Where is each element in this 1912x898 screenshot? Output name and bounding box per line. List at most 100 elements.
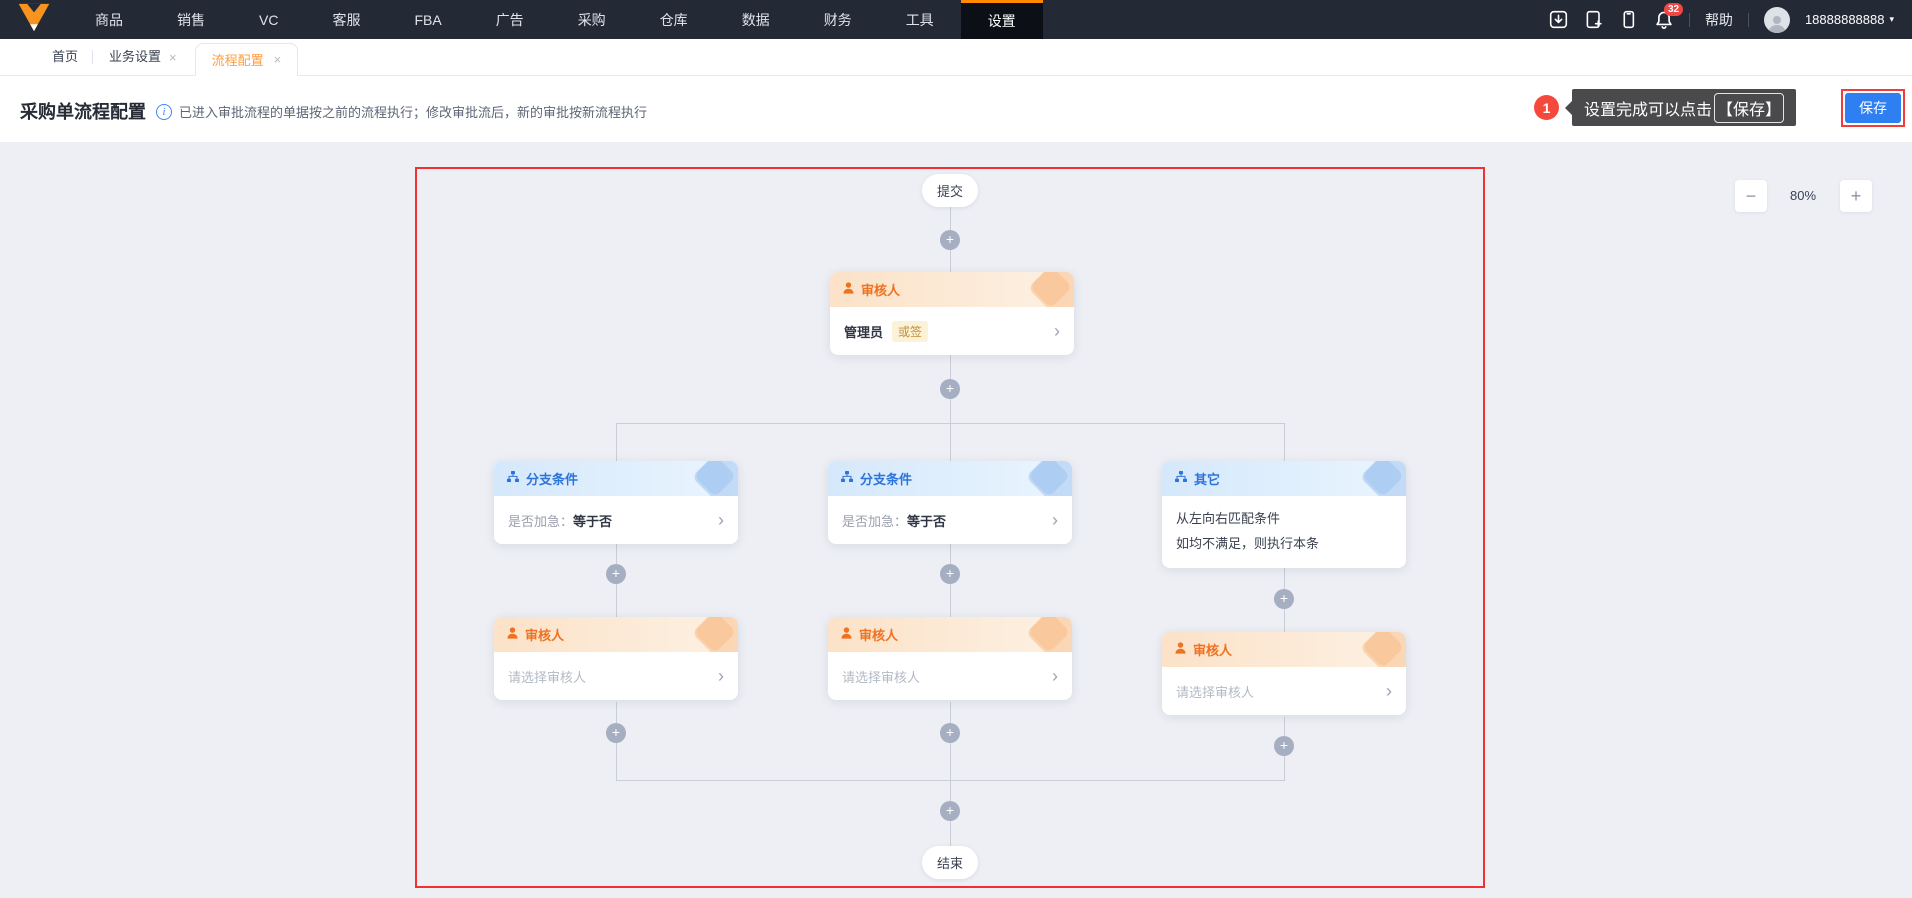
card-body: 请选择审核人 › [1162, 667, 1406, 715]
nav-item-purchase[interactable]: 采购 [551, 0, 633, 39]
mobile-icon[interactable] [1619, 10, 1639, 30]
chevron-right-icon: › [1052, 510, 1058, 530]
branch-icon [507, 471, 519, 486]
card-header: 审核人 [1162, 632, 1406, 667]
nav-item-ads[interactable]: 广告 [469, 0, 551, 39]
tab-business-settings[interactable]: 业务设置 × [93, 39, 187, 75]
nav-item-finance[interactable]: 财务 [797, 0, 879, 39]
branch-icon [841, 471, 853, 486]
flow-start-node[interactable]: 提交 [922, 174, 978, 207]
add-node-button[interactable]: + [940, 379, 960, 399]
card-header: 审核人 [828, 617, 1072, 652]
zoom-level-label: 80% [1789, 188, 1817, 203]
approver-name: 管理员 [844, 324, 884, 340]
open-tabs-bar: 首页 业务设置 × 流程配置 × [0, 39, 1912, 76]
branch-condition-node-left[interactable]: 分支条件 是否加急： 等于否 › [494, 461, 738, 544]
info-message: i 已进入审批流程的单据按之前的流程执行；修改审批流后，新的审批按新流程执行 [156, 102, 647, 121]
add-node-button[interactable]: + [940, 801, 960, 821]
node-type-label: 审核人 [525, 628, 565, 643]
approver-node-middle[interactable]: 审核人 请选择审核人 › [828, 617, 1072, 700]
header-decoration [1027, 272, 1074, 307]
card-body: 是否加急： 等于否 › [494, 496, 738, 544]
other-rule-line1: 从左向右匹配条件 [1176, 511, 1281, 526]
help-link[interactable]: 帮助 [1705, 10, 1733, 30]
other-rule-line2: 如均不满足，则执行本条 [1176, 536, 1320, 551]
approver-node-top[interactable]: 审核人 管理员 或签 › [830, 272, 1074, 355]
caret-down-icon: ▾ [1889, 14, 1894, 24]
notification-bell-icon[interactable]: 32 [1654, 2, 1684, 30]
tab-process-config[interactable]: 流程配置 × [194, 43, 299, 76]
branch-icon [1175, 471, 1187, 486]
info-icon: i [156, 103, 172, 120]
person-icon [843, 282, 854, 297]
zoom-out-button[interactable]: − [1735, 180, 1767, 212]
nav-item-settings[interactable]: 设置 [960, 0, 1043, 39]
chevron-right-icon: › [718, 666, 724, 686]
card-body: 是否加急： 等于否 › [828, 496, 1072, 544]
add-node-button[interactable]: + [1274, 589, 1294, 609]
page-title: 采购单流程配置 [20, 102, 146, 122]
save-button[interactable]: 保存 [1845, 93, 1901, 123]
fox-logo-icon [17, 2, 51, 38]
approver-node-left[interactable]: 审核人 请选择审核人 › [494, 617, 738, 700]
nav-item-fba[interactable]: FBA [387, 0, 468, 39]
add-node-button[interactable]: + [606, 564, 626, 584]
nav-item-vc[interactable]: VC [232, 0, 305, 39]
condition-value: 等于否 [573, 513, 613, 529]
close-icon[interactable]: × [274, 53, 282, 66]
user-account-menu[interactable]: 18888888888 ▾ [1805, 12, 1894, 27]
top-navigation-bar: 商品 销售 VC 客服 FBA 广告 采购 仓库 数据 财务 工具 设置 32 … [0, 0, 1912, 39]
approver-placeholder: 请选择审核人 [508, 669, 587, 685]
node-type-label: 分支条件 [526, 472, 579, 487]
card-body: 请选择审核人 › [494, 652, 738, 700]
add-node-button[interactable]: + [940, 564, 960, 584]
nav-divider [1747, 12, 1749, 27]
nav-item-sales[interactable]: 销售 [150, 0, 232, 39]
info-text: 已进入审批流程的单据按之前的流程执行；修改审批流后，新的审批按新流程执行 [179, 105, 648, 120]
tab-home[interactable]: 首页 [38, 39, 92, 75]
document-add-icon[interactable] [1584, 10, 1604, 30]
app-logo[interactable] [0, 0, 68, 39]
tab-label: 业务设置 [109, 49, 162, 64]
download-icon[interactable] [1549, 10, 1569, 30]
person-icon [1175, 642, 1186, 657]
add-node-button[interactable]: + [606, 723, 626, 743]
card-body: 请选择审核人 › [828, 652, 1072, 700]
header-decoration [691, 461, 738, 496]
zoom-in-button[interactable]: + [1840, 180, 1872, 212]
nav-item-data[interactable]: 数据 [715, 0, 797, 39]
nav-right-tools: 32 帮助 18888888888 ▾ [1549, 0, 1912, 39]
nav-item-customer-service[interactable]: 客服 [305, 0, 387, 39]
person-icon [841, 627, 852, 642]
approver-node-right[interactable]: 审核人 请选择审核人 › [1162, 632, 1406, 715]
nav-divider [1688, 12, 1690, 27]
header-decoration [1025, 461, 1072, 496]
card-body: 从左向右匹配条件 如均不满足，则执行本条 [1162, 496, 1406, 568]
header-decoration [691, 617, 738, 652]
add-node-button[interactable]: + [940, 230, 960, 250]
add-node-button[interactable]: + [940, 723, 960, 743]
user-avatar[interactable] [1763, 6, 1790, 33]
nav-item-tools[interactable]: 工具 [879, 0, 961, 39]
nav-item-products[interactable]: 商品 [68, 0, 150, 39]
node-type-label: 分支条件 [860, 472, 913, 487]
guide-tooltip-text: 设置完成可以点击 [1584, 101, 1713, 119]
guide-step-badge: 1 [1534, 95, 1559, 120]
person-icon [507, 627, 518, 642]
close-icon[interactable]: × [169, 51, 177, 64]
header-decoration [1025, 617, 1072, 652]
header-decoration [1359, 461, 1406, 496]
approver-placeholder: 请选择审核人 [842, 669, 921, 685]
header-decoration [1359, 632, 1406, 667]
branch-other-node[interactable]: 其它 从左向右匹配条件 如均不满足，则执行本条 [1162, 461, 1406, 568]
nav-item-warehouse[interactable]: 仓库 [633, 0, 715, 39]
node-type-label: 审核人 [859, 628, 899, 643]
node-type-label: 其它 [1194, 472, 1221, 487]
chevron-right-icon: › [1052, 666, 1058, 686]
flow-end-node[interactable]: 结束 [922, 846, 978, 879]
username-label: 18888888888 [1804, 12, 1885, 27]
card-header: 其它 [1162, 461, 1406, 496]
add-node-button[interactable]: + [1274, 736, 1294, 756]
branch-condition-node-middle[interactable]: 分支条件 是否加急： 等于否 › [828, 461, 1072, 544]
card-header: 分支条件 [494, 461, 738, 496]
